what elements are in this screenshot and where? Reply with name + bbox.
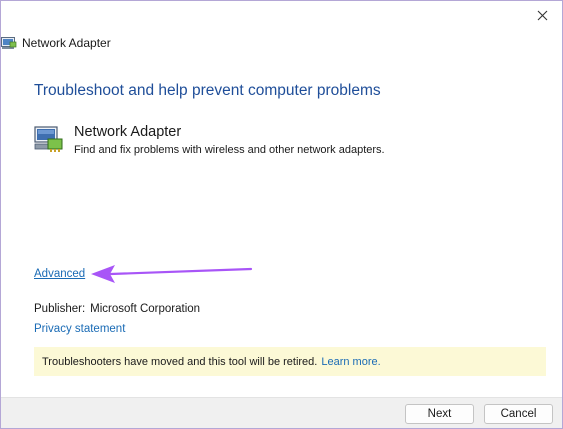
troubleshooter-item: Network Adapter Find and fix problems wi… <box>34 124 385 156</box>
network-adapter-icon <box>34 126 63 152</box>
next-button[interactable]: Next <box>405 404 474 424</box>
troubleshooter-item-description: Find and fix problems with wireless and … <box>74 144 385 156</box>
publisher-info: Publisher: Microsoft Corporation <box>34 303 200 315</box>
network-adapter-icon <box>1 37 17 49</box>
title-bar: Network Adapter <box>1 34 111 52</box>
window-title: Network Adapter <box>22 36 111 50</box>
notice-text: Troubleshooters have moved and this tool… <box>42 355 318 368</box>
footer-bar: Next Cancel <box>1 397 562 428</box>
learn-more-link[interactable]: Learn more. <box>321 356 380 368</box>
publisher-label: Publisher: <box>34 303 86 315</box>
close-button[interactable] <box>522 1 562 29</box>
troubleshooter-item-text: Network Adapter Find and fix problems wi… <box>74 124 385 156</box>
cancel-button[interactable]: Cancel <box>484 404 553 424</box>
advanced-link[interactable]: Advanced <box>34 268 85 280</box>
troubleshooter-window: Network Adapter Troubleshoot and help pr… <box>0 0 563 429</box>
privacy-statement-link[interactable]: Privacy statement <box>34 323 125 335</box>
publisher-value: Microsoft Corporation <box>90 303 201 315</box>
page-heading: Troubleshoot and help prevent computer p… <box>34 82 381 99</box>
close-icon <box>537 10 547 20</box>
annotation-arrow-icon <box>91 265 253 283</box>
troubleshooter-item-title: Network Adapter <box>74 124 182 140</box>
retirement-notice: Troubleshooters have moved and this tool… <box>34 347 546 376</box>
